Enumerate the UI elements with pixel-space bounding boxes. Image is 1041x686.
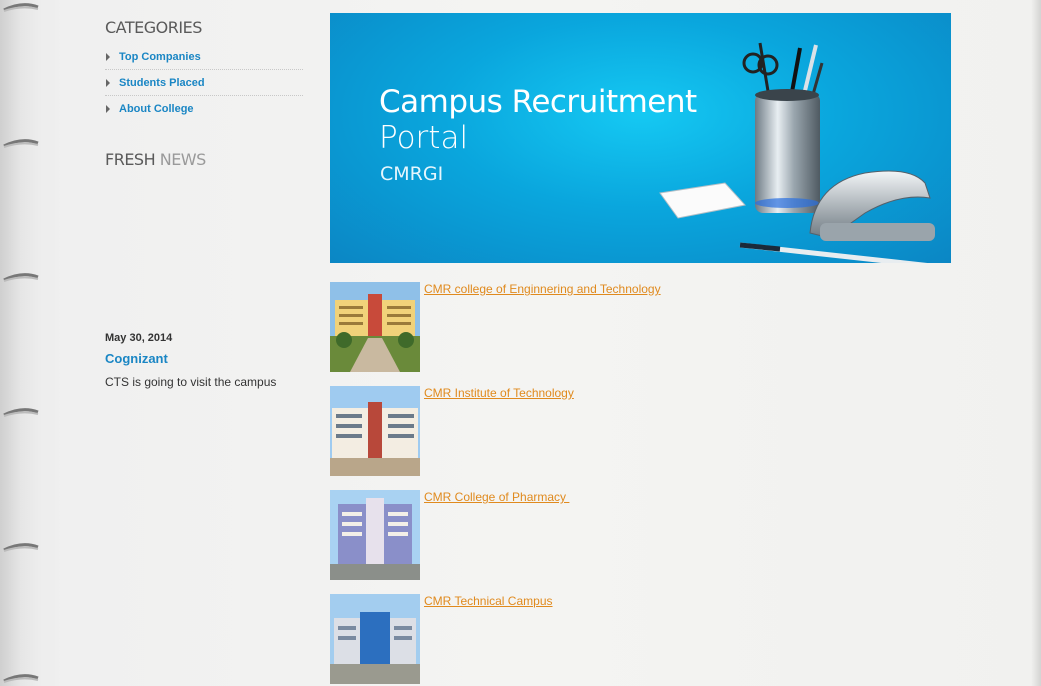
college-photo-pharmacy[interactable] [330,490,420,580]
fresh-news-heading: FRESH NEWS [105,148,303,172]
categories-heading: CATEGORIES [105,18,202,37]
college-item: CMR College of Pharmacy [330,490,890,580]
college-item: CMR college of Enginnering and Technolog… [330,282,890,372]
sidebar: CATEGORIES Top Companies Students Placed… [105,16,303,172]
page-edge-shadow [1031,0,1041,686]
college-item: CMR Technical Campus [330,594,890,684]
bullet-arrow-icon [106,105,110,113]
college-link[interactable]: CMR Technical Campus [420,594,553,608]
binder-ring-icon [3,139,39,148]
news-date: May 30, 2014 [105,332,173,344]
banner-subtitle: Portal [379,120,469,156]
binder-ring-icon [3,674,39,683]
college-link[interactable]: CMR College of Pharmacy [420,490,569,504]
college-photo-engineering[interactable] [330,282,420,372]
college-photo-technical-campus[interactable] [330,594,420,684]
binder-ring-icon [3,273,39,282]
category-top-companies[interactable]: Top Companies [105,44,303,70]
bullet-arrow-icon [106,53,110,61]
binder-ring-icon [3,543,39,552]
categories-list: Top Companies Students Placed About Coll… [105,44,303,122]
news-title-link[interactable]: Cognizant [105,351,168,366]
category-label: Top Companies [119,51,201,63]
binder-spine [0,0,60,686]
category-label: Students Placed [119,77,205,89]
college-item: CMR Institute of Technology [330,386,890,476]
news-body: CTS is going to visit the campus [105,375,277,389]
binder-ring-icon [3,3,39,12]
fresh-word: FRESH [105,150,156,169]
college-link[interactable]: CMR college of Enginnering and Technolog… [420,282,661,296]
bullet-arrow-icon [106,79,110,87]
office-supplies-illustration [659,42,935,263]
binder-ring-icon [3,408,39,417]
college-photo-institute[interactable] [330,386,420,476]
banner-org: CMRGI [380,163,444,185]
hero-banner: Campus Recruitment Portal CMRGI [330,13,951,263]
category-students-placed[interactable]: Students Placed [105,70,303,96]
college-link[interactable]: CMR Institute of Technology [420,386,574,400]
category-label: About College [119,103,194,115]
category-about-college[interactable]: About College [105,96,303,122]
news-word: NEWS [159,150,207,169]
